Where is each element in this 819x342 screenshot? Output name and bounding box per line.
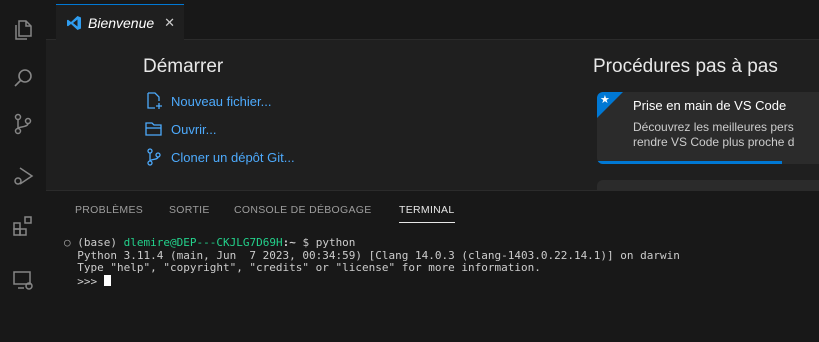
welcome-page: Démarrer Nouveau fichier... Ouvrir... Cl…: [46, 40, 819, 190]
tab-terminal[interactable]: TERMINAL: [399, 204, 455, 223]
new-file-link[interactable]: Nouveau fichier...: [145, 92, 271, 110]
star-icon: ★: [597, 92, 623, 118]
close-icon[interactable]: ✕: [164, 15, 175, 31]
open-label: Ouvrir...: [171, 121, 217, 137]
activity-bar: [0, 0, 46, 342]
cwd: :~: [282, 236, 296, 249]
tab-output[interactable]: SORTIE: [169, 204, 210, 216]
python-version-line: Python 3.11.4 (main, Jun 7 2023, 00:34:5…: [77, 248, 680, 262]
walkthrough-card-2[interactable]: [597, 180, 819, 190]
tab-problems[interactable]: PROBLÈMES: [75, 204, 143, 216]
new-file-label: Nouveau fichier...: [171, 93, 272, 109]
extensions-icon[interactable]: [11, 214, 35, 238]
start-heading: Démarrer: [143, 56, 224, 77]
walkthrough-desc-line-1: Découvrez les meilleures pers: [633, 120, 794, 134]
terminal-cursor: [103, 274, 111, 286]
walkthrough-progress-bar: [597, 161, 782, 164]
explorer-icon[interactable]: [11, 18, 35, 42]
tab-label: Bienvenue: [88, 14, 155, 31]
editor-tab-bar: Bienvenue ✕: [46, 0, 819, 40]
open-link[interactable]: Ouvrir...: [145, 120, 217, 138]
clone-git-label: Cloner un dépôt Git...: [171, 149, 295, 165]
repl-prompt: >>>: [77, 274, 104, 288]
walkthroughs-heading: Procédures pas à pas: [593, 56, 778, 77]
source-control-icon[interactable]: [11, 112, 35, 136]
tab-bienvenue[interactable]: Bienvenue ✕: [56, 4, 184, 40]
run-debug-icon[interactable]: [11, 164, 35, 188]
python-help-line: Type "help", "copyright", "credits" or "…: [77, 261, 541, 274]
walkthrough-desc-line-2: rendre VS Code plus proche d: [633, 135, 795, 149]
command-decoration-icon: ○: [64, 236, 78, 249]
search-icon[interactable]: [11, 66, 35, 90]
tab-debug-console[interactable]: CONSOLE DE DÉBOGAGE: [234, 204, 372, 216]
user-host: dlemire@DEP---CKJLG7D69H: [123, 236, 283, 249]
source-control-icon: [147, 148, 161, 166]
bottom-panel: PROBLÈMES SORTIE CONSOLE DE DÉBOGAGE TER…: [46, 190, 819, 342]
vscode-logo-icon: [67, 15, 81, 30]
clone-git-link[interactable]: Cloner un dépôt Git...: [145, 148, 295, 166]
folder-open-icon: [145, 122, 162, 136]
conda-env: (base): [77, 236, 117, 249]
new-file-icon: [147, 92, 162, 109]
remote-explorer-icon[interactable]: [11, 268, 35, 292]
walkthrough-card-title: Prise en main de VS Code: [633, 98, 787, 113]
command: $ python: [295, 236, 356, 249]
walkthrough-card[interactable]: ★ Prise en main de VS Code Découvrez les…: [597, 92, 819, 164]
terminal-output[interactable]: ○ (base) dlemire@DEP---CKJLG7D69H:~ $ py…: [64, 236, 680, 288]
walkthrough-card-description: Découvrez les meilleures pers rendre VS C…: [633, 120, 794, 150]
